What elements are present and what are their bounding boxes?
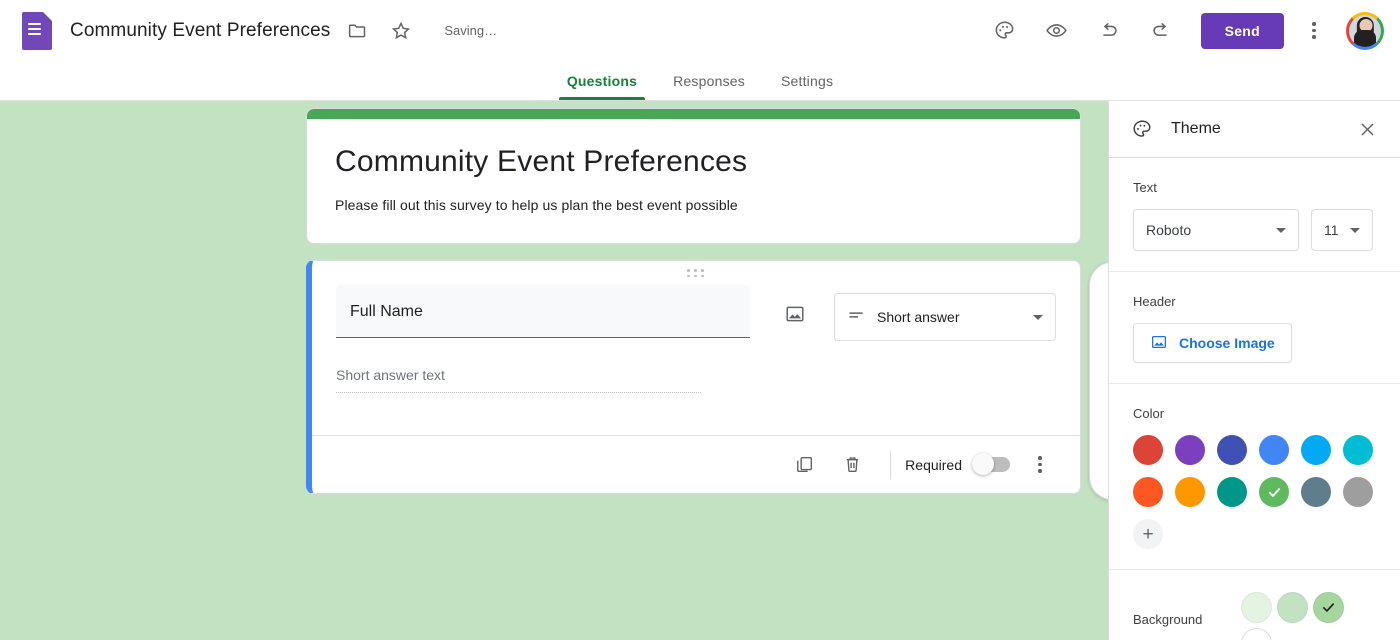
form-title[interactable]: Community Event Preferences (335, 145, 1052, 183)
insert-image-icon[interactable] (774, 293, 816, 335)
theme-panel-header: Theme (1109, 101, 1400, 158)
theme-header-section: Header Choose Image (1109, 272, 1400, 384)
add-custom-color-button[interactable]: + (1133, 519, 1163, 549)
color-swatch-7[interactable] (1175, 477, 1205, 507)
star-icon[interactable] (384, 14, 418, 48)
tab-settings[interactable]: Settings (763, 73, 851, 100)
color-swatch-5[interactable] (1343, 435, 1373, 465)
text-section-label: Text (1133, 180, 1157, 195)
color-swatch-4[interactable] (1301, 435, 1331, 465)
question-title-input[interactable]: Full Name (336, 285, 750, 338)
form-header-content: Community Event Preferences Please fill … (307, 119, 1080, 243)
send-button[interactable]: Send (1200, 12, 1284, 49)
more-vertical-icon[interactable] (1296, 13, 1332, 49)
forms-logo-lines (28, 22, 41, 38)
color-swatch-8[interactable] (1217, 477, 1247, 507)
background-section-label: Background (1133, 612, 1203, 627)
duplicate-icon[interactable] (784, 445, 824, 485)
folder-icon[interactable] (340, 14, 374, 48)
avatar-photo (1349, 14, 1381, 47)
background-swatch-1[interactable] (1277, 592, 1308, 623)
choose-image-label: Choose Image (1179, 335, 1275, 351)
header-section-label: Header (1133, 294, 1176, 309)
color-section-label: Color (1133, 406, 1165, 421)
palette-icon[interactable] (985, 11, 1025, 51)
form-description[interactable]: Please fill out this survey to help us p… (335, 197, 1052, 213)
form-column: Community Event Preferences Please fill … (306, 108, 1081, 494)
color-swatch-2[interactable] (1217, 435, 1247, 465)
color-swatch-3[interactable] (1259, 435, 1289, 465)
save-status: Saving… (444, 23, 498, 38)
choose-image-button[interactable]: Choose Image (1133, 323, 1292, 363)
account-avatar[interactable] (1346, 11, 1384, 50)
form-canvas: Community Event Preferences Please fill … (0, 101, 1108, 640)
required-toggle[interactable] (972, 453, 1010, 475)
theme-background-section: Background (1109, 570, 1400, 640)
background-row: Background (1133, 592, 1378, 640)
color-swatch-6[interactable] (1133, 477, 1163, 507)
background-swatch-3[interactable] (1241, 628, 1272, 640)
chevron-down-icon (1350, 227, 1360, 233)
add-question-toolbar[interactable] (1089, 262, 1108, 500)
close-icon[interactable] (1352, 114, 1382, 144)
required-label: Required (905, 456, 962, 473)
answer-preview-placeholder: Short answer text (336, 367, 701, 393)
tab-questions[interactable]: Questions (549, 73, 655, 100)
question-more-icon[interactable] (1022, 445, 1058, 485)
font-family-value: Roboto (1146, 222, 1192, 238)
google-forms-icon[interactable] (22, 11, 52, 50)
color-swatch-11[interactable] (1343, 477, 1373, 507)
top-app-bar: Community Event Preferences Saving… Send (0, 0, 1400, 61)
google-forms-editor: Community Event Preferences Saving… Send… (0, 0, 1400, 640)
document-title[interactable]: Community Event Preferences (70, 20, 330, 42)
theme-panel: Theme Text Roboto 11 Header Choose Image… (1108, 101, 1400, 640)
theme-panel-title: Theme (1171, 120, 1221, 137)
avatar-body (1354, 29, 1376, 47)
chevron-down-icon (1033, 314, 1043, 320)
background-swatch-0[interactable] (1241, 592, 1272, 623)
editor-tabs: Questions Responses Settings (0, 61, 1400, 101)
form-header-card[interactable]: Community Event Preferences Please fill … (306, 108, 1081, 244)
short-answer-icon (847, 306, 865, 329)
undo-icon[interactable] (1089, 11, 1129, 51)
question-top-row: Full Name Short answer (336, 285, 1056, 341)
question-card[interactable]: Full Name Short answer Short answer text… (306, 260, 1081, 494)
color-swatch-grid: + (1133, 435, 1377, 549)
form-accent-bar (307, 109, 1080, 119)
theme-color-section: Color + (1109, 384, 1400, 570)
toggle-knob (972, 453, 994, 475)
question-footer-toolbar: Required (312, 435, 1080, 493)
text-controls-row: Roboto 11 (1133, 209, 1378, 251)
font-size-select[interactable]: 11 (1311, 209, 1373, 251)
image-icon (1150, 333, 1168, 354)
question-type-value: Short answer (877, 309, 960, 325)
color-swatch-10[interactable] (1301, 477, 1331, 507)
palette-icon (1131, 118, 1153, 140)
redo-icon[interactable] (1141, 11, 1181, 51)
eye-icon[interactable] (1037, 11, 1077, 51)
color-swatch-9-selected[interactable] (1259, 477, 1289, 507)
chevron-down-icon (1276, 227, 1286, 233)
drag-handle-dots (687, 269, 705, 277)
footer-divider (890, 450, 892, 479)
question-type-select[interactable]: Short answer (834, 293, 1056, 341)
tab-responses[interactable]: Responses (655, 73, 763, 100)
background-swatch-grid (1241, 592, 1371, 640)
theme-text-section: Text Roboto 11 (1109, 158, 1400, 272)
font-family-select[interactable]: Roboto (1133, 209, 1299, 251)
color-swatch-0[interactable] (1133, 435, 1163, 465)
drag-handle-icon[interactable] (312, 269, 1080, 277)
color-swatch-1[interactable] (1175, 435, 1205, 465)
font-size-value: 11 (1324, 222, 1339, 238)
background-swatch-2-selected[interactable] (1313, 592, 1344, 623)
trash-icon[interactable] (832, 445, 872, 485)
